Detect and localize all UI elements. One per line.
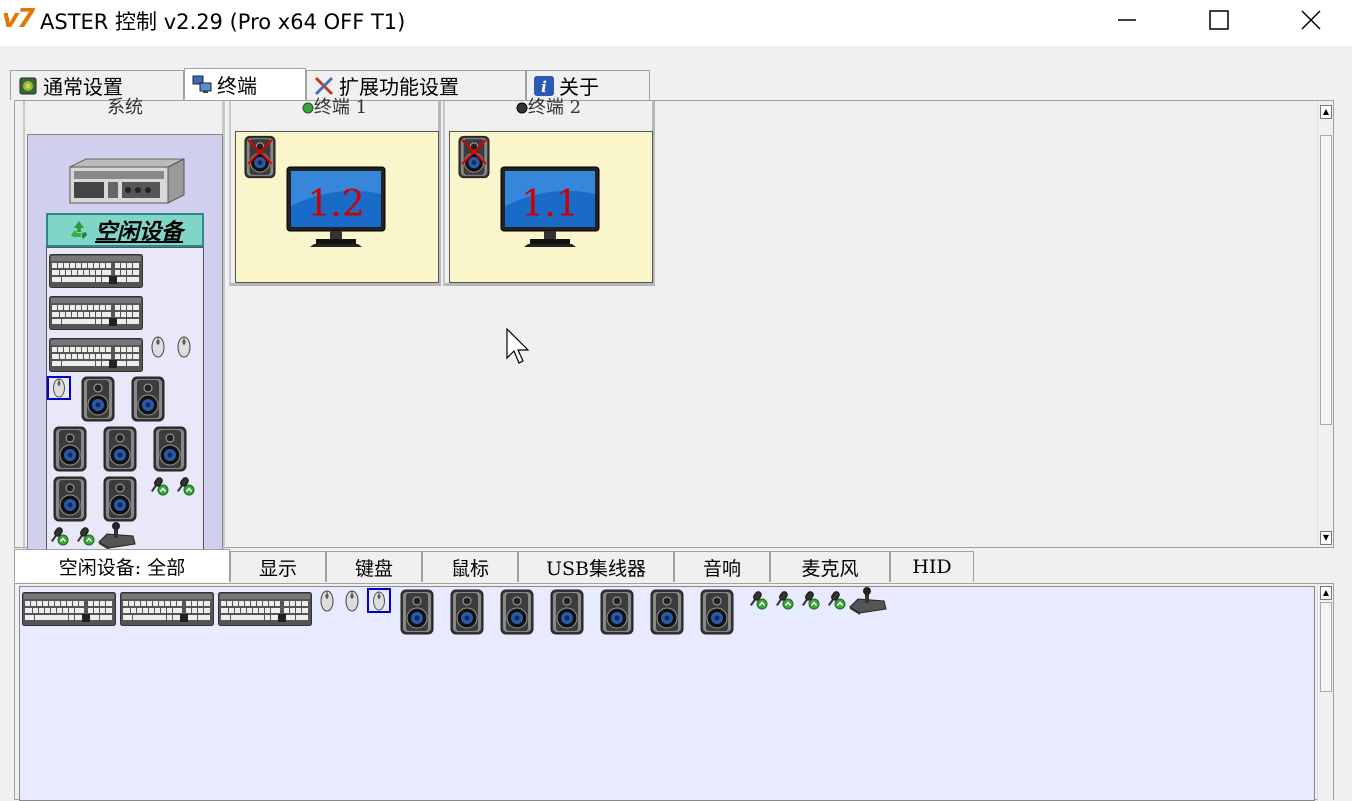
speaker-icon[interactable] — [650, 589, 684, 635]
system-label: 系统 — [107, 97, 143, 118]
speaker-icon[interactable] — [400, 589, 434, 635]
terminal-2-label: 终端 2 — [445, 93, 652, 119]
mouse-icon[interactable] — [320, 590, 334, 612]
maximize-button[interactable] — [1196, 0, 1242, 40]
microphone-icon[interactable] — [774, 590, 794, 610]
idle-device-list — [46, 247, 204, 557]
status-offline-icon — [516, 102, 528, 114]
speaker-icon[interactable] — [53, 476, 87, 522]
terminal-1-panel[interactable]: 终端 1 1.2 — [229, 97, 441, 286]
idle-devices-badge[interactable]: 空闲设备 — [46, 213, 204, 247]
title-bar: v7 ASTER 控制 v2.29 (Pro x64 OFF T1) — [0, 0, 1352, 46]
speaker-icon[interactable] — [550, 589, 584, 635]
minimize-icon — [1118, 19, 1136, 21]
speaker-icon[interactable] — [153, 426, 187, 472]
tab-usb-hub[interactable]: USB集线器 — [518, 551, 674, 582]
joystick-icon[interactable] — [848, 587, 888, 615]
keyboard-icon[interactable] — [49, 338, 143, 372]
terminal-1-screen[interactable]: 1.2 — [235, 131, 439, 283]
tab-keyboard[interactable]: 键盘 — [326, 551, 422, 582]
tab-hid[interactable]: HID — [890, 551, 974, 582]
recycle-icon — [70, 221, 87, 239]
terminal-label-text: 终端 2 — [527, 97, 582, 118]
selected-mouse[interactable] — [367, 588, 391, 613]
speaker-icon[interactable] — [81, 376, 115, 422]
status-online-icon — [302, 102, 314, 114]
idle-badge-label: 空闲设备 — [94, 219, 183, 245]
speaker-icon[interactable] — [103, 476, 137, 522]
minimize-button[interactable] — [1104, 0, 1150, 40]
microphone-icon[interactable] — [748, 590, 768, 610]
tab-idle-all[interactable]: 空闲设备: 全部 — [14, 549, 230, 582]
maximize-icon — [1209, 10, 1229, 30]
main-scrollbar[interactable]: ▲ ▼ — [1317, 101, 1333, 547]
monitor-icon[interactable]: 1.1 — [500, 166, 600, 248]
speaker-icon[interactable] — [450, 589, 484, 635]
speaker-icon[interactable] — [700, 589, 734, 635]
monitor-number: 1.2 — [307, 184, 364, 225]
microphone-icon[interactable] — [175, 476, 195, 496]
server-icon — [69, 158, 185, 204]
app-logo: v7 — [2, 4, 35, 34]
keyboard-icon[interactable] — [49, 296, 143, 330]
system-panel: 系统 空闲设备 — [23, 97, 225, 557]
speaker-disabled-icon[interactable] — [244, 134, 276, 180]
tab-speaker[interactable]: 音响 — [674, 551, 770, 582]
microphone-icon[interactable] — [49, 526, 69, 546]
device-list-panel: ▲ — [14, 583, 1334, 801]
selected-mouse[interactable] — [47, 376, 71, 400]
microphone-icon[interactable] — [149, 476, 169, 496]
microphone-icon[interactable] — [75, 526, 95, 546]
terminal-label-text: 终端 1 — [313, 97, 368, 118]
device-list-scrollbar[interactable]: ▲ — [1317, 584, 1333, 801]
microphone-icon[interactable] — [826, 590, 846, 610]
mouse-icon[interactable] — [177, 336, 191, 358]
speaker-icon[interactable] — [131, 376, 165, 422]
system-box: 空闲设备 — [27, 134, 223, 557]
terminal-2-screen[interactable]: 1.1 — [449, 131, 653, 283]
monitor-number: 1.1 — [521, 184, 578, 225]
tab-display[interactable]: 显示 — [230, 551, 326, 582]
joystick-icon[interactable] — [97, 522, 137, 550]
mouse-icon — [52, 378, 66, 398]
monitor-icon[interactable]: 1.2 — [286, 166, 386, 248]
window-title: ASTER 控制 v2.29 (Pro x64 OFF T1) — [40, 10, 406, 34]
terminal-2-panel[interactable]: 终端 2 1.1 — [443, 97, 655, 286]
speaker-disabled-icon[interactable] — [458, 134, 490, 180]
scroll-up-button[interactable]: ▲ — [1320, 586, 1332, 600]
keyboard-icon[interactable] — [49, 254, 143, 288]
mouse-pointer-icon — [506, 328, 530, 364]
speaker-icon[interactable] — [103, 426, 137, 472]
mouse-icon[interactable] — [345, 590, 359, 612]
microphone-icon[interactable] — [800, 590, 820, 610]
keyboard-icon[interactable] — [22, 592, 116, 626]
device-list — [19, 586, 1315, 801]
mouse-icon — [372, 591, 386, 611]
speaker-icon[interactable] — [600, 589, 634, 635]
terminal-1-label: 终端 1 — [231, 93, 438, 119]
mouse-icon[interactable] — [151, 336, 165, 358]
scroll-up-button[interactable]: ▲ — [1320, 105, 1332, 119]
terminal-icon — [192, 75, 212, 93]
tab-microphone[interactable]: 麦克风 — [770, 551, 890, 582]
close-icon — [1301, 10, 1321, 30]
speaker-icon[interactable] — [53, 426, 87, 472]
close-button[interactable] — [1288, 0, 1334, 40]
scroll-down-button[interactable]: ▼ — [1320, 531, 1332, 545]
scroll-thumb[interactable] — [1320, 135, 1332, 425]
scroll-thumb[interactable] — [1320, 602, 1332, 692]
keyboard-icon[interactable] — [218, 592, 312, 626]
speaker-icon[interactable] — [500, 589, 534, 635]
tab-mouse[interactable]: 鼠标 — [422, 551, 518, 582]
keyboard-icon[interactable] — [120, 592, 214, 626]
terminal-view: 系统 空闲设备 终端 1 1.2 终端 2 1.1 ▲ ▼ — [14, 97, 1334, 557]
